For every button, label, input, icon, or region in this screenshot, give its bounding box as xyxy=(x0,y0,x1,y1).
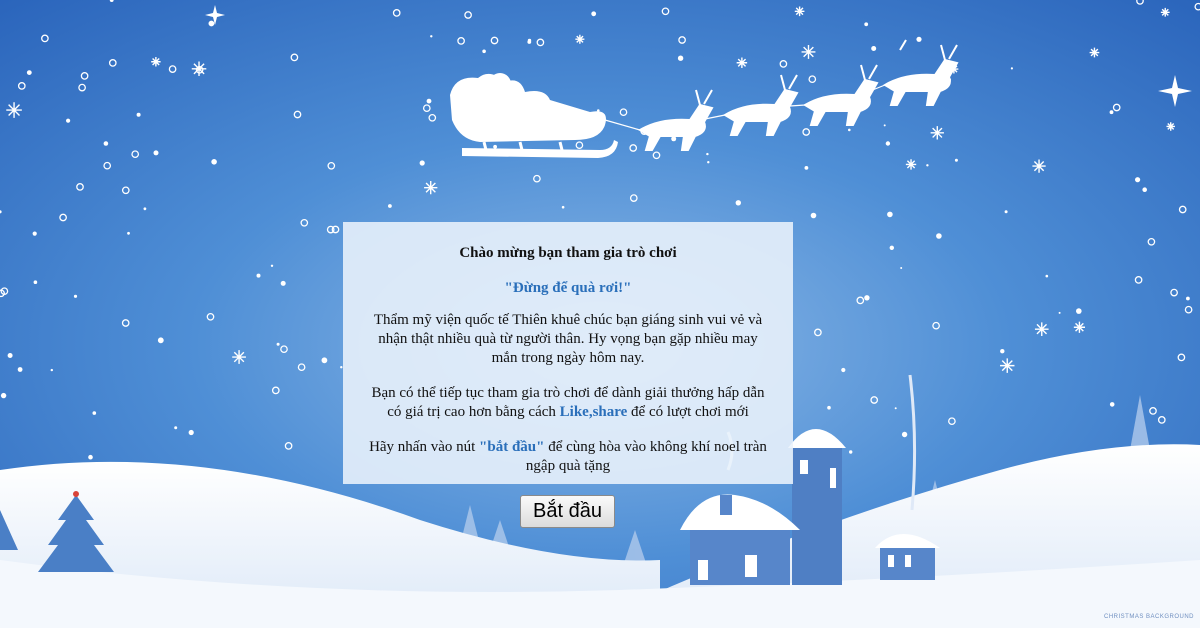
instruction-paragraph: Hãy nhấn vào nút "bắt đầu" để cùng hòa v… xyxy=(365,438,771,476)
snowflake-icon xyxy=(1166,122,1175,131)
snowflake-icon xyxy=(801,45,816,59)
snowflake-icon xyxy=(6,102,22,118)
instruction-text-end: để cùng hòa vào không khí noel tràn ngập… xyxy=(525,439,767,474)
snowflake-icon xyxy=(1034,322,1049,336)
start-highlight: "bắt đầu" xyxy=(479,439,545,455)
welcome-panel: Chào mừng bạn tham gia trò chơi "Đừng để… xyxy=(343,222,793,484)
background-credit: CHRISTMAS BACKGROUND xyxy=(1103,614,1194,620)
snowflake-icon xyxy=(1160,7,1170,17)
snowflake-icon xyxy=(424,181,438,195)
prize-text-end: để có lượt chơi mới xyxy=(627,404,749,420)
snowflake-icon xyxy=(232,350,246,364)
snowflake-icon xyxy=(191,61,207,77)
welcome-title: Chào mừng bạn tham gia trò chơi xyxy=(459,245,677,261)
like-share-highlight: Like,share xyxy=(559,404,628,420)
snowflake-icon xyxy=(575,34,585,44)
game-slogan: "Đừng để quà rơi!" xyxy=(504,280,632,296)
instruction-text-start: Hãy nhấn vào nút xyxy=(369,439,480,455)
snowflake-icon xyxy=(736,57,748,68)
greeting-paragraph: Thẩm mỹ viện quốc tế Thiên khuê chúc bạn… xyxy=(373,312,763,366)
prize-paragraph: Bạn có thể tiếp tục tham gia trò chơi để… xyxy=(365,384,771,422)
christmas-scene: Chào mừng bạn tham gia trò chơi "Đừng để… xyxy=(0,0,1200,628)
start-button[interactable]: Bắt đầu xyxy=(520,495,615,528)
